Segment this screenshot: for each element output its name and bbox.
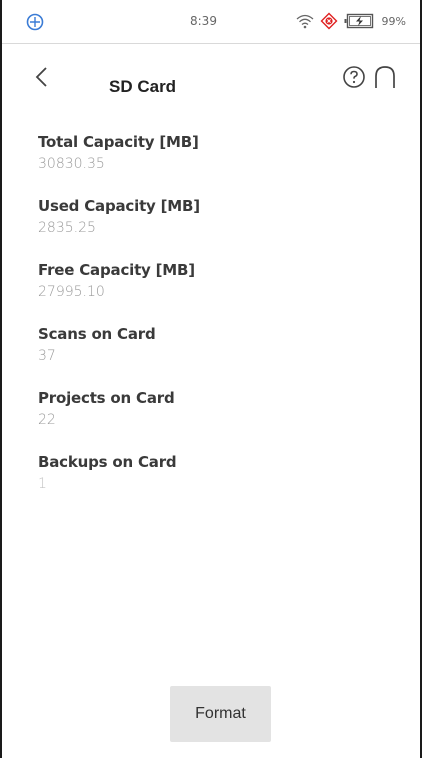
info-value: 37 (38, 348, 56, 364)
info-value: 30830.35 (38, 156, 105, 172)
info-label: Used Capacity [MB] (38, 197, 200, 215)
app-logo-icon (26, 13, 44, 31)
wifi-icon (296, 13, 314, 29)
info-value: 1 (38, 476, 47, 492)
format-button[interactable]: Format (170, 686, 271, 742)
info-item-used-capacity: Used Capacity [MB] 2835.25 (38, 196, 378, 260)
info-value: 2835.25 (38, 220, 96, 236)
info-label: Projects on Card (38, 389, 175, 407)
status-time: 8:39 (190, 14, 217, 28)
info-label: Scans on Card (38, 325, 156, 343)
battery-charging-icon (344, 13, 374, 29)
info-label: Backups on Card (38, 453, 177, 471)
app-bar: SD Card (2, 44, 420, 108)
info-label: Total Capacity [MB] (38, 133, 199, 151)
help-icon[interactable] (342, 65, 366, 89)
info-item-backups: Backups on Card 1 (38, 452, 378, 516)
info-item-total-capacity: Total Capacity [MB] 30830.35 (38, 132, 378, 196)
home-icon[interactable] (372, 65, 398, 89)
alert-icon (320, 12, 338, 30)
info-value: 22 (38, 412, 56, 428)
status-icons: 99% (296, 12, 406, 30)
info-item-scans: Scans on Card 37 (38, 324, 378, 388)
status-bar: 8:39 99% (2, 0, 420, 44)
app-frame: 8:39 99% SD Card Total Capacity [MB] 308… (0, 0, 422, 758)
info-item-projects: Projects on Card 22 (38, 388, 378, 452)
battery-percent: 99% (381, 14, 406, 28)
info-label: Free Capacity [MB] (38, 261, 195, 279)
info-item-free-capacity: Free Capacity [MB] 27995.10 (38, 260, 378, 324)
info-value: 27995.10 (38, 284, 105, 300)
sd-card-info-list: Total Capacity [MB] 30830.35 Used Capaci… (38, 132, 378, 516)
back-chevron-icon[interactable] (32, 66, 52, 88)
page-title: SD Card (109, 77, 177, 96)
